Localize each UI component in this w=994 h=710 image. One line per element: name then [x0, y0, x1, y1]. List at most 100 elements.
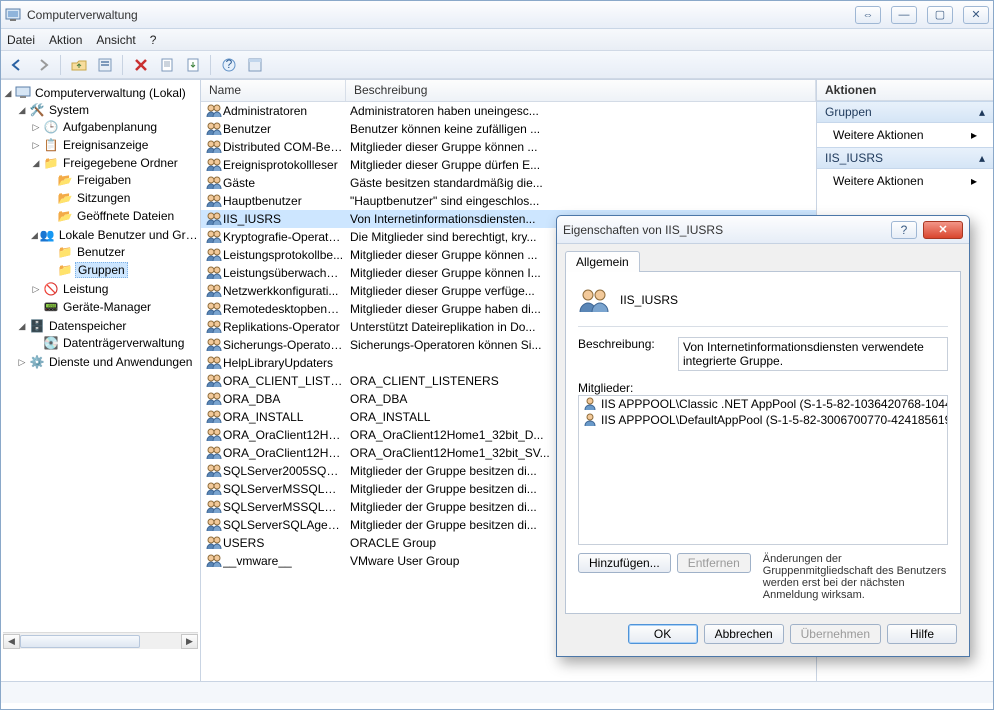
group-icon [205, 319, 223, 335]
member-name: IIS APPPOOL\Classic .NET AppPool (S-1-5-… [601, 397, 947, 411]
tree-geraete-manager[interactable]: 📟Geräte-Manager [31, 299, 198, 315]
dialog-body: IIS_IUSRS Beschreibung: Von Internetinfo… [565, 271, 961, 614]
list-header: Name Beschreibung [201, 80, 816, 102]
menu-aktion[interactable]: Aktion [49, 33, 82, 47]
tree-datentraeger[interactable]: 💽Datenträgerverwaltung [31, 335, 198, 351]
group-icon [205, 157, 223, 173]
list-cell-name: SQLServer2005SQLBro... [223, 464, 350, 478]
menu-hilfe[interactable]: ? [150, 33, 157, 47]
tab-allgemein[interactable]: Allgemein [565, 251, 640, 272]
wrench-icon: 🛠️ [29, 102, 45, 118]
list-row[interactable]: AdministratorenAdministratoren haben une… [201, 102, 816, 120]
device-icon: 📟 [43, 299, 59, 315]
tree-freigaben[interactable]: 📂Freigaben [45, 172, 198, 188]
performance-icon: 🚫 [43, 281, 59, 297]
refresh-button[interactable] [155, 54, 179, 76]
actions-link-weitere-1[interactable]: Weitere Aktionen▸ [817, 123, 993, 147]
desc-label: Beschreibung: [578, 337, 668, 371]
scroll-thumb[interactable] [20, 635, 140, 648]
list-cell-name: ORA_OraClient12Ho... [223, 428, 350, 442]
tree-dienste[interactable]: ▷⚙️Dienste und Anwendungen [17, 354, 198, 370]
tree-panel[interactable]: ◢Computerverwaltung (Lokal) ◢🛠️System ▷🕒… [1, 80, 201, 681]
actions-section-iisiusrs[interactable]: IIS_IUSRS▴ [817, 147, 993, 169]
ok-button[interactable]: OK [628, 624, 698, 644]
export-button[interactable] [181, 54, 205, 76]
column-beschreibung[interactable]: Beschreibung [346, 80, 816, 101]
list-cell-name: USERS [223, 536, 350, 550]
group-icon [205, 247, 223, 263]
view-button[interactable] [243, 54, 267, 76]
tree-benutzer[interactable]: 📁Benutzer [45, 244, 198, 260]
forward-button[interactable] [31, 54, 55, 76]
dialog-help-footer-button[interactable]: Hilfe [887, 624, 957, 644]
list-cell-desc: Benutzer können keine zufälligen ... [350, 122, 812, 136]
status-bar [1, 681, 993, 703]
list-cell-name: Hauptbenutzer [223, 194, 350, 208]
dialog-help-button[interactable]: ? [891, 221, 917, 239]
group-icon [205, 229, 223, 245]
tree-ereignisanzeige[interactable]: ▷📋Ereignisanzeige [31, 137, 198, 153]
add-button[interactable]: Hinzufügen... [578, 553, 671, 573]
nav-back-forward-icon[interactable]: ⇔ [855, 6, 881, 24]
event-icon: 📋 [43, 137, 59, 153]
list-cell-name: __vmware__ [223, 554, 350, 568]
column-name[interactable]: Name [201, 80, 346, 101]
list-cell-desc: Administratoren haben uneingesc... [350, 104, 812, 118]
actions-section-gruppen[interactable]: Gruppen▴ [817, 101, 993, 123]
scroll-left-icon[interactable]: ◀ [3, 634, 20, 649]
collapse-icon: ▴ [979, 105, 985, 119]
close-button[interactable]: ✕ [963, 6, 989, 24]
list-cell-name: Sicherungs-Operatoren [223, 338, 350, 352]
desc-field[interactable]: Von Internetinformationsdiensten verwend… [678, 337, 948, 371]
menu-ansicht[interactable]: Ansicht [96, 33, 135, 47]
actions-link-weitere-2[interactable]: Weitere Aktionen▸ [817, 169, 993, 193]
svg-text:?: ? [226, 58, 233, 71]
tree-sitzungen[interactable]: 📂Sitzungen [45, 190, 198, 206]
help-button[interactable]: ? [217, 54, 241, 76]
group-icon [205, 265, 223, 281]
list-row[interactable]: EreignisprotokollleserMitglieder dieser … [201, 156, 816, 174]
list-cell-name: Ereignisprotokollleser [223, 158, 350, 172]
list-row[interactable]: Hauptbenutzer"Hauptbenutzer" sind einges… [201, 192, 816, 210]
dialog-close-button[interactable]: ✕ [923, 221, 963, 239]
tree-datenspeicher[interactable]: ◢🗄️Datenspeicher [17, 318, 198, 334]
back-button[interactable] [5, 54, 29, 76]
cancel-button[interactable]: Abbrechen [704, 624, 784, 644]
tree-leistung[interactable]: ▷🚫Leistung [31, 281, 198, 297]
tree-freigegebene-ordner[interactable]: ◢📁Freigegebene Ordner [31, 155, 198, 171]
group-icon [205, 499, 223, 515]
tree-gruppen[interactable]: 📁Gruppen [45, 262, 198, 278]
group-icon [205, 211, 223, 227]
list-cell-desc: Gäste besitzen standardmäßig die... [350, 176, 812, 190]
properties-button[interactable] [93, 54, 117, 76]
titlebar[interactable]: Computerverwaltung ⇔ — ▢ ✕ [1, 1, 993, 29]
list-cell-name: Administratoren [223, 104, 350, 118]
member-row[interactable]: IIS APPPOOL\DefaultAppPool (S-1-5-82-300… [579, 412, 947, 428]
dialog-titlebar[interactable]: Eigenschaften von IIS_IUSRS ? ✕ [557, 216, 969, 244]
group-icon [205, 121, 223, 137]
tree-aufgabenplanung[interactable]: ▷🕒Aufgabenplanung [31, 119, 198, 135]
list-row[interactable]: GästeGäste besitzen standardmäßig die... [201, 174, 816, 192]
tree-system[interactable]: ◢🛠️System [17, 102, 198, 118]
maximize-button[interactable]: ▢ [927, 6, 953, 24]
menu-datei[interactable]: Datei [7, 33, 35, 47]
up-folder-button[interactable] [67, 54, 91, 76]
list-row[interactable]: BenutzerBenutzer können keine zufälligen… [201, 120, 816, 138]
minimize-button[interactable]: — [891, 6, 917, 24]
group-icon [205, 193, 223, 209]
delete-button[interactable] [129, 54, 153, 76]
scroll-right-icon[interactable]: ▶ [181, 634, 198, 649]
tree-root[interactable]: ◢Computerverwaltung (Lokal) [3, 85, 198, 101]
members-list[interactable]: IIS APPPOOL\Classic .NET AppPool (S-1-5-… [578, 395, 948, 545]
toolbar: ? [1, 51, 993, 79]
member-row[interactable]: IIS APPPOOL\Classic .NET AppPool (S-1-5-… [579, 396, 947, 412]
tree-lokale-benutzer[interactable]: ◢👥Lokale Benutzer und Gr… [31, 227, 198, 243]
list-cell-name: IIS_IUSRS [223, 212, 350, 226]
group-icon [205, 553, 223, 569]
list-row[interactable]: Distributed COM-Ben...Mitglieder dieser … [201, 138, 816, 156]
tree-geoeffnete-dateien[interactable]: 📂Geöffnete Dateien [45, 208, 198, 224]
group-icon [205, 427, 223, 443]
chevron-right-icon: ▸ [971, 128, 977, 142]
tree-hscrollbar[interactable]: ◀ ▶ [3, 632, 198, 649]
properties-dialog[interactable]: Eigenschaften von IIS_IUSRS ? ✕ Allgemei… [556, 215, 970, 657]
